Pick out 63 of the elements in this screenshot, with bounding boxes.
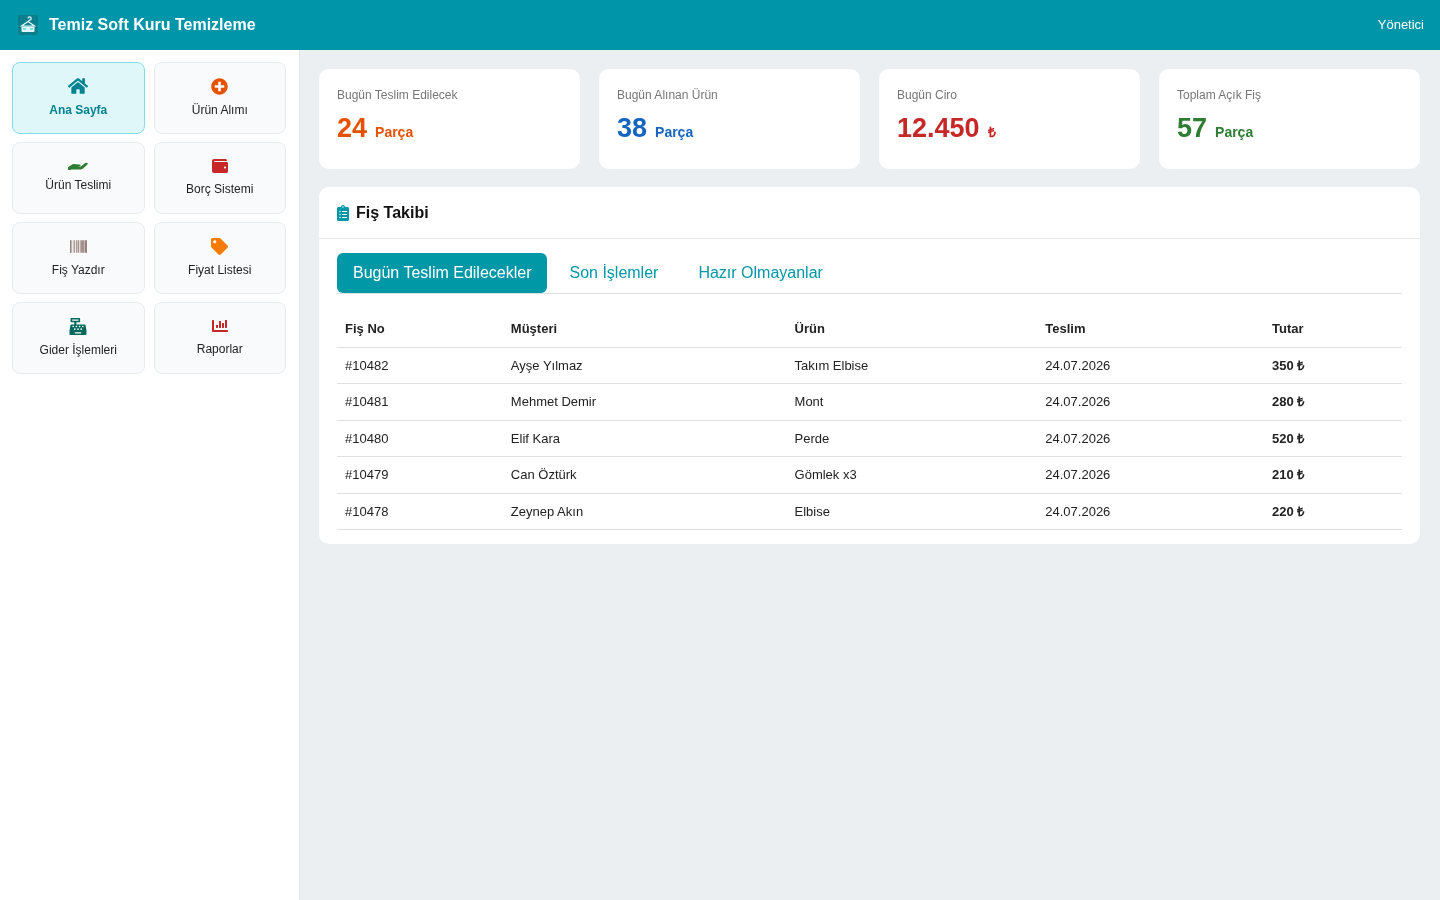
table-cell: 520 ₺ xyxy=(1264,420,1402,457)
stat-label: Toplam Açık Fiş xyxy=(1177,87,1263,104)
user-name: Yönetici xyxy=(1377,16,1424,35)
column-header: Ürün xyxy=(786,310,1038,347)
table-cell: 350 ₺ xyxy=(1264,347,1402,384)
table-cell: 24.07.2026 xyxy=(1037,493,1265,530)
table-cell: #10478 xyxy=(337,493,503,530)
stat-label: Bugün Alınan Ürün xyxy=(617,87,719,104)
table-cell: Mont xyxy=(786,383,1038,420)
column-header: Müşteri xyxy=(502,310,787,347)
table-cell: #10482 xyxy=(337,347,503,384)
menu-tile[interactable]: Raporlar xyxy=(153,302,286,374)
table-cell: #10480 xyxy=(337,420,503,457)
stat-unit: ₺ xyxy=(987,123,996,142)
stat-value: 57 xyxy=(1177,115,1208,142)
table-cell: #10479 xyxy=(337,456,503,493)
hand-icon xyxy=(68,162,89,170)
table-cell: 280 ₺ xyxy=(1264,383,1402,420)
stat-unit: Parça xyxy=(655,123,694,142)
home-icon xyxy=(68,77,89,95)
table-cell: 24.07.2026 xyxy=(1037,456,1265,493)
clipboard-icon xyxy=(337,204,349,221)
column-header: Tutar xyxy=(1264,310,1402,347)
menu-tile[interactable]: Fiş Yazdır xyxy=(12,222,145,294)
tab[interactable]: Bugün Teslim Edilecekler xyxy=(337,253,548,293)
table-cell: #10481 xyxy=(337,383,503,420)
app-title: Temiz Soft Kuru Temizleme xyxy=(49,15,256,35)
stat-label: Bugün Teslim Edilecek xyxy=(337,87,459,104)
panel-title: Fiş Takibi xyxy=(356,202,429,223)
table-cell: 210 ₺ xyxy=(1264,456,1402,493)
table-cell: Perde xyxy=(786,420,1038,457)
table-cell: Takım Elbise xyxy=(786,347,1038,384)
column-header: Teslim xyxy=(1037,310,1265,347)
stat-unit: Parça xyxy=(1215,123,1254,142)
table-cell: 24.07.2026 xyxy=(1037,347,1265,384)
table-cell: Mehmet Demir xyxy=(502,383,787,420)
menu-tile[interactable]: Ürün Teslimi xyxy=(12,142,145,214)
bar-chart-icon xyxy=(210,318,229,334)
table-cell: Ayşe Yılmaz xyxy=(502,347,787,384)
menu-tile[interactable]: Gider İşlemleri xyxy=(12,302,145,374)
menu-tile[interactable]: Ana Sayfa xyxy=(12,62,145,134)
table-cell: Can Öztürk xyxy=(502,456,787,493)
stat-label: Bugün Ciro xyxy=(897,87,959,104)
tag-icon xyxy=(211,237,229,255)
table-cell: 24.07.2026 xyxy=(1037,383,1265,420)
wallet-icon xyxy=(210,158,229,174)
table-cell: Elif Kara xyxy=(502,420,787,457)
stat-value: 24 xyxy=(337,115,368,142)
menu-tile[interactable]: Ürün Alımı xyxy=(153,62,286,134)
hanger-logo-icon xyxy=(18,15,38,35)
column-header: Fiş No xyxy=(337,310,503,347)
barcode-icon xyxy=(68,237,88,255)
table-cell: Zeynep Akın xyxy=(502,493,787,530)
table-cell: Gömlek x3 xyxy=(786,456,1038,493)
table-cell: 24.07.2026 xyxy=(1037,420,1265,457)
stat-unit: Parça xyxy=(375,123,414,142)
cash-register-icon xyxy=(69,317,88,335)
stat-value: 12.450 xyxy=(897,115,980,142)
stat-value: 38 xyxy=(617,115,648,142)
table-cell: Elbise xyxy=(786,493,1038,530)
table-cell: 220 ₺ xyxy=(1264,493,1402,530)
menu-tile[interactable]: Borç Sistemi xyxy=(153,142,286,214)
menu-tile[interactable]: Fiyat Listesi xyxy=(153,222,286,294)
